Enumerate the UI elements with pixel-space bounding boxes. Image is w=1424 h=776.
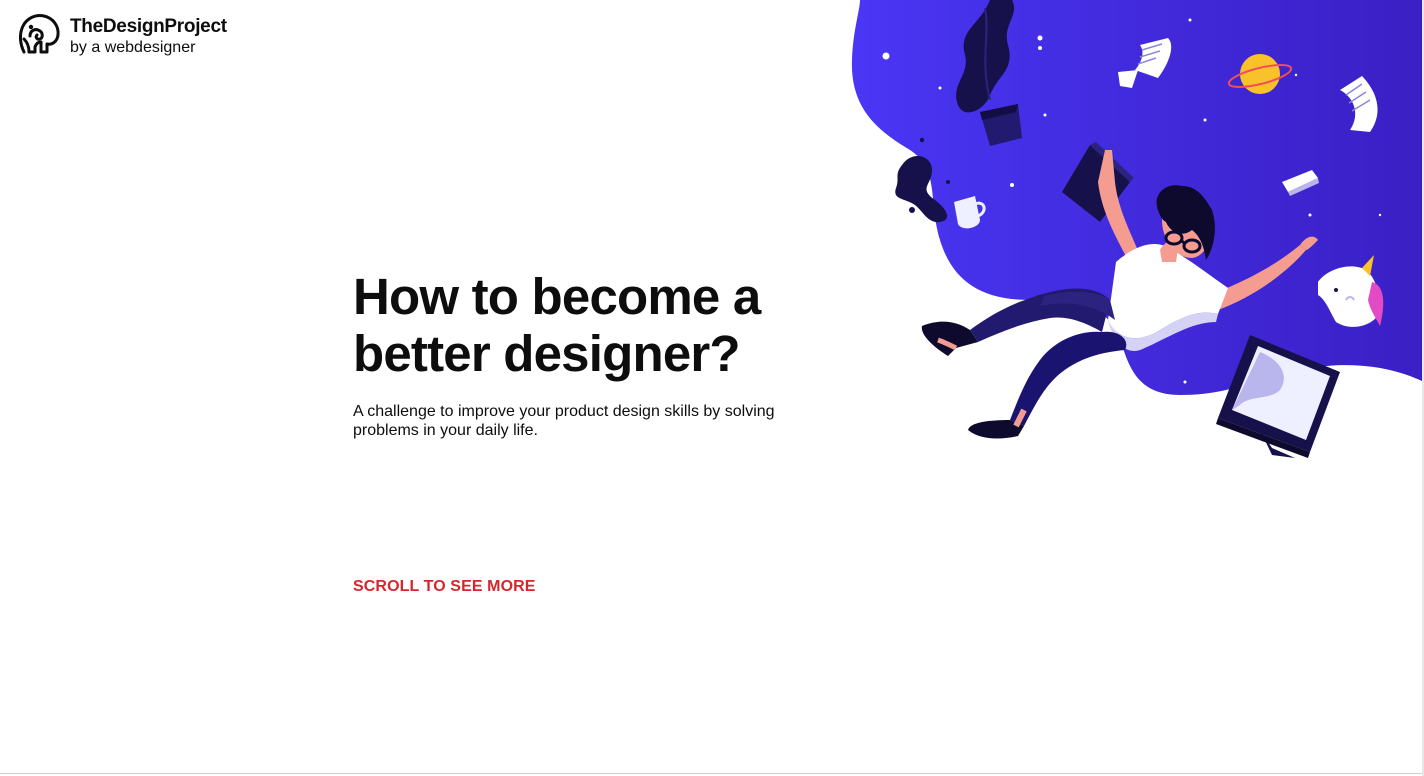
scroll-to-see-more-link[interactable]: SCROLL TO SEE MORE: [353, 578, 536, 596]
brand-text: TheDesignProject by a webdesigner: [70, 12, 227, 58]
brand-header[interactable]: TheDesignProject by a webdesigner: [16, 12, 227, 58]
elephant-head-icon: [19, 14, 60, 54]
brand-name: TheDesignProject: [70, 16, 227, 37]
hero-section: How to become a better designer? A chall…: [353, 268, 823, 440]
page-bottom-divider: [0, 773, 1424, 774]
falling-designer-illustration: [851, 0, 1424, 458]
hero-subtitle: A challenge to improve your product desi…: [353, 403, 775, 439]
brand-tagline: by a webdesigner: [70, 39, 196, 56]
hero-title: How to become a better designer?: [353, 268, 761, 382]
